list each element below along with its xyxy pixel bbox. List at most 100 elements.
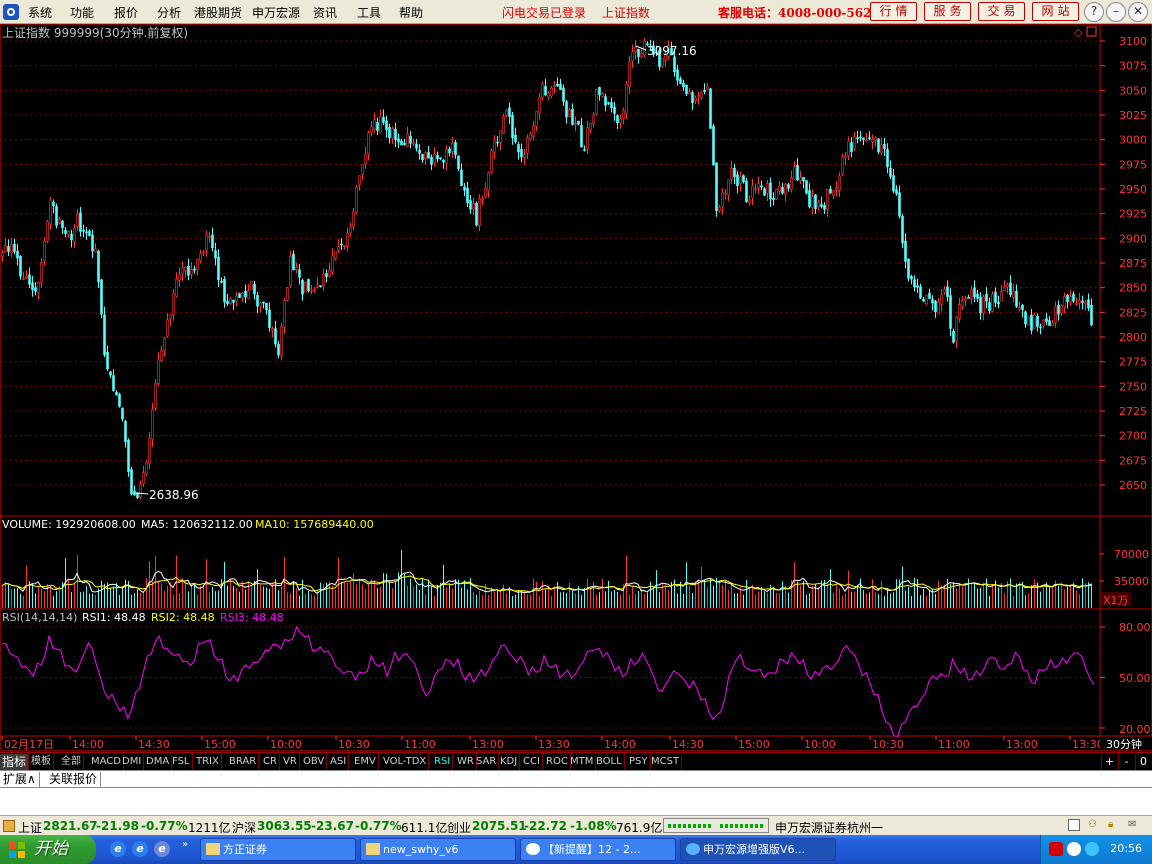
folder-icon — [206, 843, 220, 855]
window-toggle-icon[interactable] — [1068, 819, 1080, 831]
candle-body — [199, 253, 202, 261]
indicator-tab-psy[interactable]: PSY — [627, 754, 651, 770]
taskbar-item-reminder[interactable]: 【新提醒】12 - 2... — [520, 838, 676, 861]
candle-body — [442, 159, 445, 163]
menu-hk-futures[interactable]: 港股期货 — [194, 4, 242, 21]
candle-body — [544, 86, 547, 96]
menu-quote[interactable]: 报价 — [114, 4, 138, 21]
taskbar-item-swhy-app[interactable]: 申万宏源增强版V6... — [680, 838, 836, 861]
indicator-tab-dma[interactable]: DMA — [144, 754, 173, 770]
indicator-tab-brar[interactable]: BRAR — [227, 754, 260, 770]
zoom-out-button[interactable]: - — [1118, 754, 1134, 770]
indicator-tab-obv[interactable]: OBV — [301, 754, 328, 770]
ie-icon[interactable]: e — [110, 841, 126, 857]
kline-chart-area[interactable]: 3100 3075 3050 3025 3000 2975 2950 2925 2900 2875… — [0, 24, 1152, 751]
extension-bar: 扩展∧ 关联报价 — [0, 770, 1152, 788]
zoom-in-button[interactable]: + — [1101, 754, 1117, 770]
zoom-reset-button[interactable]: 0 — [1135, 754, 1151, 770]
menu-help[interactable]: 帮助 — [399, 4, 423, 21]
taskbar-item-swhy-folder[interactable]: new_swhy_v6 — [360, 838, 516, 861]
indicator-tab-全部[interactable]: 全部 — [59, 754, 84, 770]
indicator-tab-macd[interactable]: MACD — [89, 754, 124, 770]
quicklaunch-chevron-icon[interactable]: » — [182, 839, 188, 850]
indicator-tab-fsl[interactable]: FSL — [170, 754, 193, 770]
website-button[interactable]: 网站 — [1032, 2, 1079, 21]
candle-body — [196, 258, 199, 271]
time-tick-label: 13:00 — [1006, 738, 1038, 751]
candle-body — [733, 167, 736, 177]
candle-body — [607, 102, 610, 104]
start-button[interactable]: 开始 — [0, 835, 96, 864]
tray-network-icon[interactable] — [1085, 842, 1099, 856]
menu-analysis[interactable]: 分析 — [157, 4, 181, 21]
indicator-tab-cr[interactable]: CR — [261, 754, 280, 770]
candle-body — [436, 155, 439, 160]
indicator-tab-asi[interactable]: ASI — [328, 754, 350, 770]
indicator-tab-vr[interactable]: VR — [281, 754, 300, 770]
candle-body — [577, 120, 580, 125]
service-button[interactable]: 服务 — [924, 2, 971, 21]
trade-button[interactable]: 交易 — [978, 2, 1025, 21]
indicator-tab-rsi[interactable]: RSI — [432, 754, 454, 770]
candle-body — [907, 258, 910, 279]
signal-icon[interactable]: ⚇ — [1088, 819, 1102, 831]
indicator-tab-vol-tdx[interactable]: VOL-TDX — [381, 754, 430, 770]
cy-value: 2075.51 — [472, 819, 527, 833]
taskbar-item-fangzheng[interactable]: 方正证券 — [200, 838, 356, 861]
cy-name[interactable]: 创业 — [447, 819, 471, 836]
candle-body — [388, 126, 391, 138]
browser-icon[interactable]: e — [154, 841, 170, 857]
candle-body — [1078, 300, 1081, 304]
indicator-tab-dmi[interactable]: DMI — [120, 754, 145, 770]
ie-alt-icon[interactable]: e — [132, 841, 148, 857]
candle-body — [325, 273, 328, 277]
candle-body — [1009, 282, 1012, 295]
help-icon[interactable]: ? — [1084, 2, 1104, 22]
clock: 20:56 — [1110, 842, 1142, 855]
hs-amount: 611.1亿 — [401, 821, 448, 835]
minimize-icon[interactable]: – — [1106, 2, 1126, 22]
kline-chart[interactable]: 3100 3075 3050 3025 3000 2975 2950 2925 2900 2875… — [0, 24, 1152, 751]
notify-icon[interactable]: ✉ — [1128, 819, 1142, 831]
candle-body — [220, 281, 223, 283]
close-icon[interactable]: ✕ — [1128, 2, 1148, 22]
app-logo-icon[interactable] — [3, 4, 19, 20]
menu-system[interactable]: 系统 — [28, 4, 52, 21]
indicator-tab-emv[interactable]: EMV — [352, 754, 379, 770]
indicator-tab-mtm[interactable]: MTM — [568, 754, 597, 770]
hs-name[interactable]: 沪深 — [232, 819, 256, 836]
indicator-tab-trix[interactable]: TRIX — [194, 754, 222, 770]
broker-name: 申万宏源证券杭州一 — [775, 821, 884, 835]
sh-name[interactable]: 上证 — [18, 819, 42, 836]
time-tick-label: 15:00 — [738, 738, 770, 751]
candle-body — [580, 125, 583, 148]
lock-icon[interactable]: 🔒︎ — [1108, 819, 1122, 831]
candle-body — [1012, 291, 1015, 298]
candle-body — [226, 300, 229, 305]
indicator-tab-模板[interactable]: 模板 — [29, 754, 54, 770]
related-quotes-tab[interactable]: 关联报价 — [46, 772, 102, 788]
candle-body — [970, 289, 973, 299]
status-lock-icon[interactable] — [3, 820, 15, 832]
period-label[interactable]: 30分钟 — [1106, 737, 1142, 751]
candle-body — [586, 127, 589, 150]
indicator-tab-指标[interactable]: 指标 — [0, 754, 30, 770]
menu-swhy[interactable]: 申万宏源 — [252, 4, 300, 21]
candle-body — [1003, 286, 1006, 291]
indicator-tab-cci[interactable]: CCI — [521, 754, 543, 770]
indicator-tab-boll[interactable]: BOLL — [594, 754, 625, 770]
menu-function[interactable]: 功能 — [70, 4, 94, 21]
market-button[interactable]: 行情 — [870, 2, 917, 21]
indicator-tab-kdj[interactable]: KDJ — [498, 754, 521, 770]
indicator-tab-roc[interactable]: ROC — [544, 754, 571, 770]
indicator-tab-mcst[interactable]: MCST — [649, 754, 683, 770]
chart-corner-icons[interactable]: ◇ — [1074, 26, 1097, 39]
menu-news[interactable]: 资讯 — [313, 4, 337, 21]
time-tick-label: 11:00 — [938, 738, 970, 751]
menu-tools[interactable]: 工具 — [357, 4, 381, 21]
tray-security-icon[interactable] — [1049, 842, 1063, 856]
current-index-name[interactable]: 上证指数 — [602, 6, 650, 20]
tray-shield-icon[interactable] — [1067, 842, 1081, 856]
indicator-tab-sar[interactable]: SAR — [474, 754, 500, 770]
expand-tab[interactable]: 扩展∧ — [0, 772, 40, 788]
